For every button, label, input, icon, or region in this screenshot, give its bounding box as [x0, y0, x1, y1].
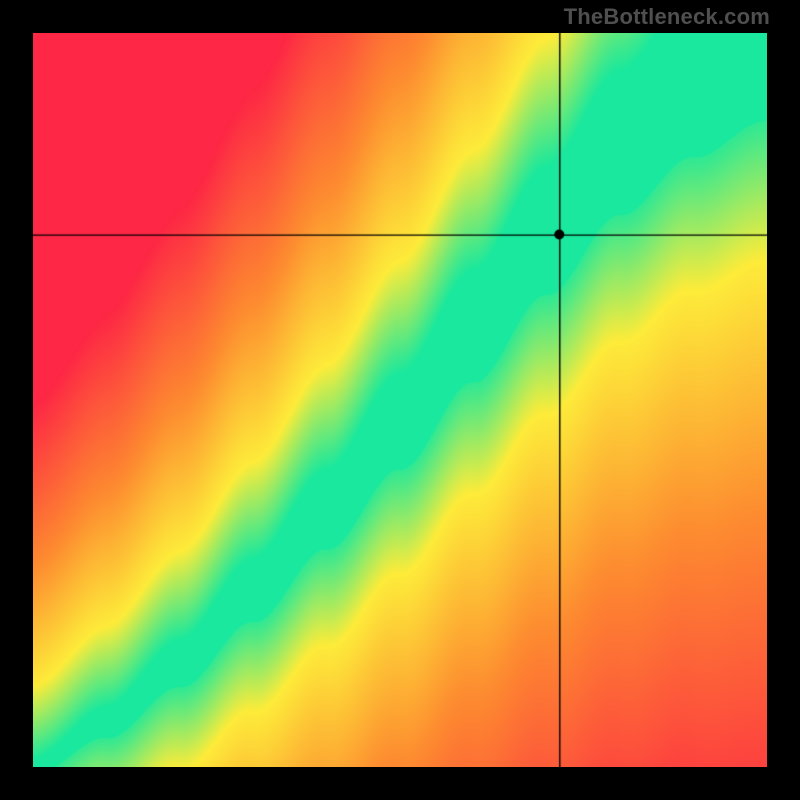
chart-frame: TheBottleneck.com: [0, 0, 800, 800]
watermark-label: TheBottleneck.com: [564, 4, 770, 30]
crosshair-overlay: [33, 33, 767, 767]
